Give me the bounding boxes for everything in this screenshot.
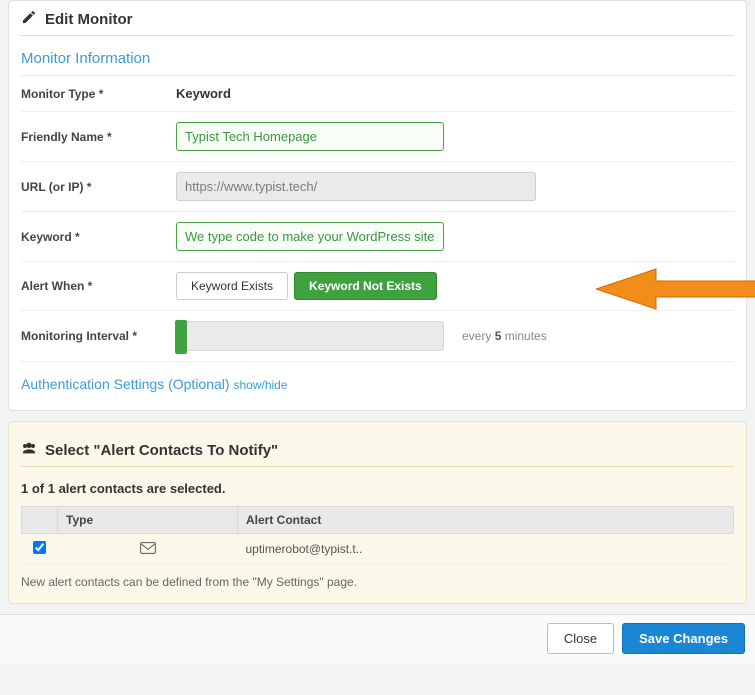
contacts-col-contact: Alert Contact: [238, 507, 734, 534]
contacts-hint: New alert contacts can be defined from t…: [21, 565, 734, 589]
friendly-name-input[interactable]: [176, 122, 444, 151]
contacts-col-type: Type: [58, 507, 238, 534]
keyword-row: Keyword *: [21, 212, 734, 262]
edit-monitor-panel: Edit Monitor Monitor Information Monitor…: [8, 0, 747, 411]
contacts-table: Type Alert Contact uptimerobot@typist.t.…: [21, 506, 734, 565]
contact-checkbox[interactable]: [33, 541, 46, 554]
alert-contacts-panel: Select "Alert Contacts To Notify" 1 of 1…: [8, 421, 747, 604]
interval-slider-handle[interactable]: [175, 320, 187, 354]
url-input[interactable]: [176, 172, 536, 201]
alert-when-label: Alert When *: [21, 279, 176, 293]
save-changes-button[interactable]: Save Changes: [622, 623, 745, 654]
keyword-label: Keyword *: [21, 230, 176, 244]
panel-header: Edit Monitor: [21, 1, 734, 36]
contacts-selected-count: 1 of 1 alert contacts are selected.: [21, 467, 734, 506]
contacts-panel-header: Select "Alert Contacts To Notify": [21, 432, 734, 467]
table-row: uptimerobot@typist.t..: [22, 534, 734, 565]
panel-title: Edit Monitor: [45, 11, 132, 28]
dialog-footer: Close Save Changes: [0, 614, 755, 664]
keyword-exists-button[interactable]: Keyword Exists: [176, 272, 288, 300]
callout-arrow-icon: [596, 266, 755, 312]
interval-row: Monitoring Interval * every 5 minutes: [21, 311, 734, 362]
auth-settings-toggle[interactable]: show/hide: [233, 378, 287, 392]
friendly-name-label: Friendly Name *: [21, 130, 176, 144]
keyword-not-exists-button[interactable]: Keyword Not Exists: [294, 272, 437, 300]
url-row: URL (or IP) *: [21, 162, 734, 212]
contacts-col-check: [22, 507, 58, 534]
auth-settings-label: Authentication Settings (Optional): [21, 376, 230, 392]
monitor-type-value: Keyword: [176, 86, 734, 101]
interval-text: every 5 minutes: [462, 329, 547, 343]
alert-when-row: Alert When * Keyword Exists Keyword Not …: [21, 262, 734, 311]
contact-email: uptimerobot@typist.t..: [238, 534, 734, 565]
monitor-type-row: Monitor Type * Keyword: [21, 76, 734, 112]
url-label: URL (or IP) *: [21, 180, 176, 194]
keyword-input[interactable]: [176, 222, 444, 251]
interval-slider[interactable]: [176, 321, 444, 351]
interval-label: Monitoring Interval *: [21, 329, 176, 343]
contacts-title: Select "Alert Contacts To Notify": [45, 442, 278, 459]
friendly-name-row: Friendly Name *: [21, 112, 734, 162]
monitor-type-label: Monitor Type *: [21, 87, 176, 101]
monitor-info-title: Monitor Information: [21, 36, 734, 76]
users-icon: [21, 440, 37, 460]
auth-settings-row: Authentication Settings (Optional) show/…: [21, 362, 734, 398]
pencil-icon: [21, 9, 37, 29]
close-button[interactable]: Close: [547, 623, 614, 654]
mail-icon: [140, 542, 156, 557]
